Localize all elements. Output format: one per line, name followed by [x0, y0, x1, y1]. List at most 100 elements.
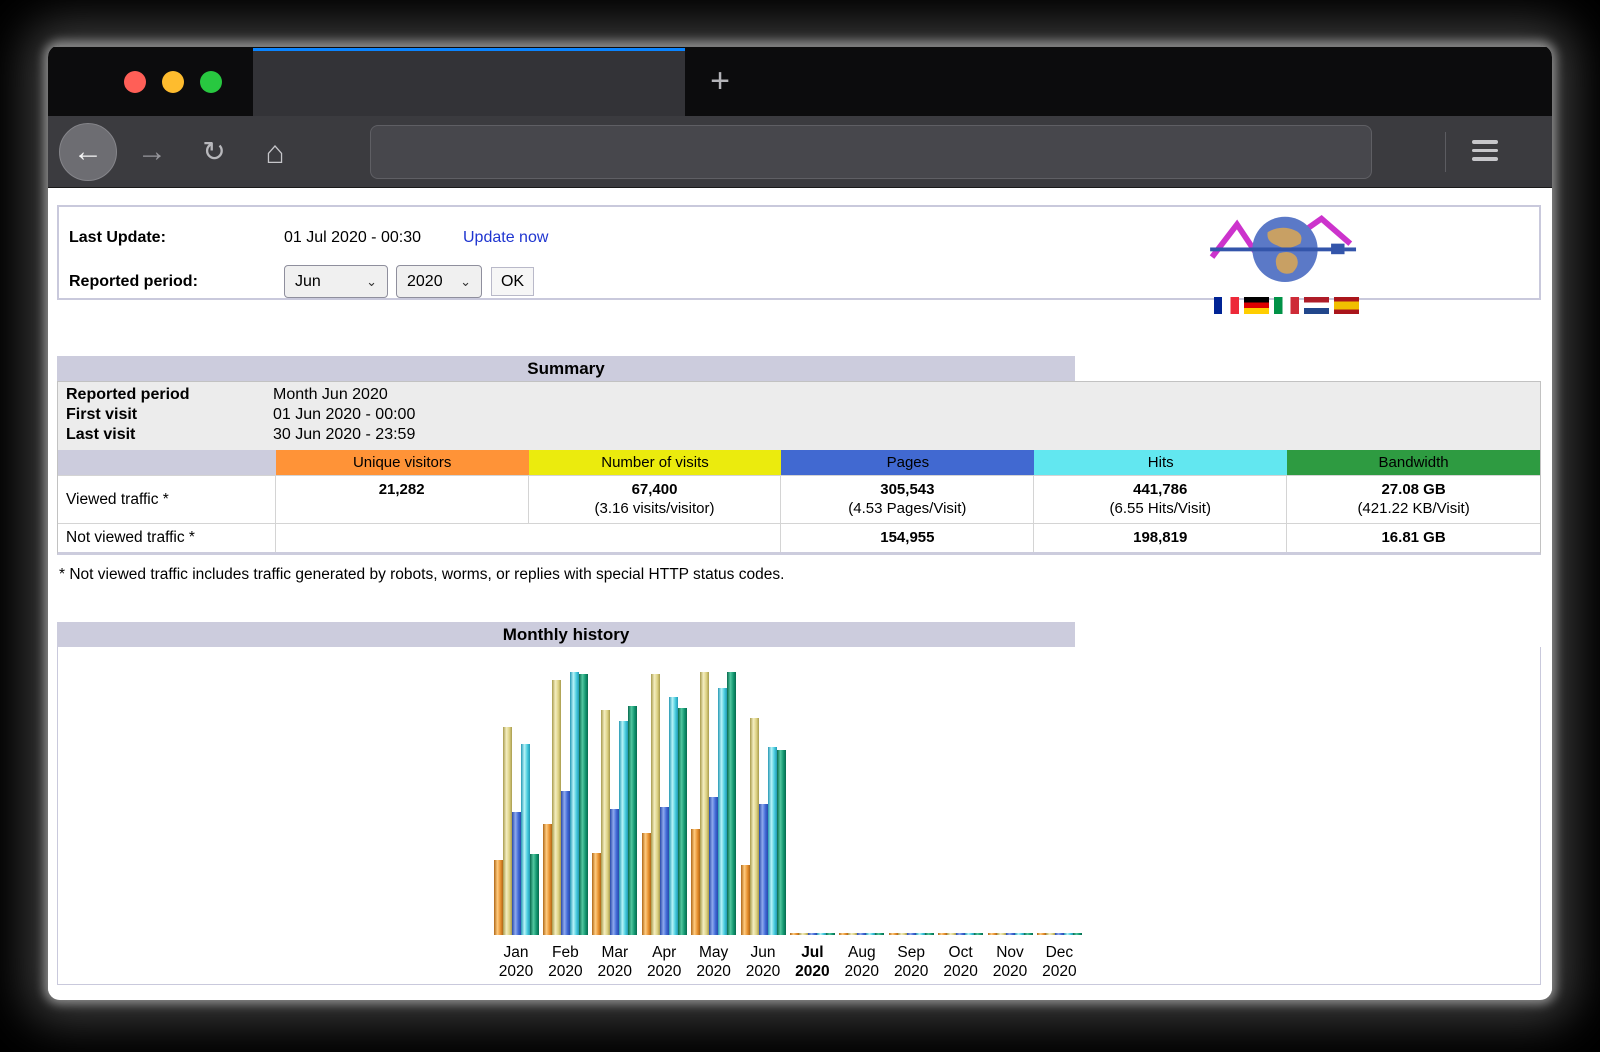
bar-number-of-visits-jan-2020: [503, 727, 512, 935]
bar-bandwidth-dec-2020: [1073, 933, 1082, 935]
bar-number-of-visits-aug-2020: [848, 933, 857, 935]
bar-unique-visitors-aug-2020: [839, 933, 848, 935]
bar-bandwidth-jan-2020: [530, 854, 539, 935]
col-bandwidth: Bandwidth: [1287, 450, 1540, 475]
close-window-button[interactable]: [124, 71, 146, 93]
bar-bandwidth-jul-2020: [826, 933, 835, 935]
summary-title: Summary: [57, 356, 1075, 381]
info-row: Reported period Month Jun 2020: [58, 385, 1540, 405]
language-flags: [1214, 297, 1359, 314]
viewed-bandwidth: 27.08 GB (421.22 KB/Visit): [1287, 476, 1540, 523]
bar-number-of-visits-apr-2020: [651, 674, 660, 935]
summary-column-headers: Unique visitors Number of visits Pages H…: [58, 450, 1540, 475]
flag-netherlands-icon[interactable]: [1304, 297, 1329, 314]
bar-hits-feb-2020: [570, 672, 579, 935]
col-pages: Pages: [781, 450, 1034, 475]
bar-pages-apr-2020: [660, 807, 669, 935]
col-hits: Hits: [1034, 450, 1287, 475]
bar-bandwidth-oct-2020: [974, 933, 983, 935]
last-update-label: Last Update:: [69, 229, 166, 247]
bar-bandwidth-sep-2020: [925, 933, 934, 935]
minimize-window-button[interactable]: [162, 71, 184, 93]
bar-number-of-visits-jun-2020: [750, 718, 759, 935]
info-row: Last visit 30 Jun 2020 - 23:59: [58, 425, 1540, 445]
bar-number-of-visits-jul-2020: [799, 933, 808, 935]
bar-pages-jul-2020: [808, 933, 817, 935]
chevron-down-icon: ⌄: [460, 274, 471, 290]
forward-icon[interactable]: →: [130, 137, 174, 167]
bar-pages-sep-2020: [907, 933, 916, 935]
bar-hits-oct-2020: [965, 933, 974, 935]
new-tab-button[interactable]: +: [700, 61, 740, 105]
viewed-unique-visitors: 21,282: [276, 476, 529, 523]
zoom-window-button[interactable]: [200, 71, 222, 93]
browser-window: + ← → ↻ ⌂ Last Update: 01 Jul 2020 - 00:…: [48, 45, 1552, 1000]
bar-unique-visitors-may-2020: [691, 829, 700, 935]
menu-icon[interactable]: [1472, 140, 1498, 166]
bar-bandwidth-aug-2020: [875, 933, 884, 935]
not-viewed-footnote: * Not viewed traffic includes traffic ge…: [59, 566, 784, 584]
last-update-value: 01 Jul 2020 - 00:30: [284, 229, 421, 247]
flag-france-icon[interactable]: [1214, 297, 1239, 314]
url-bar[interactable]: [370, 125, 1372, 179]
back-icon[interactable]: ←: [59, 123, 117, 181]
bar-unique-visitors-nov-2020: [988, 933, 997, 935]
bar-hits-jan-2020: [521, 744, 530, 935]
bar-unique-visitors-sep-2020: [889, 933, 898, 935]
reload-icon[interactable]: ↻: [192, 137, 236, 167]
awstats-logo: [1205, 211, 1365, 283]
not-viewed-hits: 198,819: [1034, 524, 1287, 552]
bar-bandwidth-mar-2020: [628, 706, 637, 935]
bar-number-of-visits-feb-2020: [552, 680, 561, 935]
flag-spain-icon[interactable]: [1334, 297, 1359, 314]
bar-bandwidth-feb-2020: [579, 674, 588, 935]
titlebar: +: [48, 45, 1552, 116]
bar-pages-dec-2020: [1055, 933, 1064, 935]
summary-table: Reported period Month Jun 2020 First vis…: [57, 381, 1541, 555]
awstats-page: Last Update: 01 Jul 2020 - 00:30 Update …: [48, 188, 1552, 999]
bar-hits-apr-2020: [669, 697, 678, 935]
flag-italy-icon[interactable]: [1274, 297, 1299, 314]
update-now-link[interactable]: Update now: [463, 229, 548, 247]
bar-unique-visitors-jun-2020: [741, 865, 750, 935]
bar-bandwidth-may-2020: [727, 672, 736, 935]
bar-number-of-visits-dec-2020: [1046, 933, 1055, 935]
bar-hits-nov-2020: [1015, 933, 1024, 935]
nav-toolbar: ← → ↻ ⌂: [48, 116, 1552, 188]
bar-bandwidth-jun-2020: [777, 750, 786, 935]
bar-hits-aug-2020: [866, 933, 875, 935]
bar-number-of-visits-mar-2020: [601, 710, 610, 935]
bar-pages-may-2020: [709, 797, 718, 935]
bar-hits-jun-2020: [768, 747, 777, 935]
viewed-hits: 441,786 (6.55 Hits/Visit): [1034, 476, 1287, 523]
bar-bandwidth-apr-2020: [678, 708, 687, 935]
flag-germany-icon[interactable]: [1244, 297, 1269, 314]
bar-pages-aug-2020: [857, 933, 866, 935]
month-select[interactable]: Jun ⌄: [284, 265, 388, 298]
report-header-frame: Last Update: 01 Jul 2020 - 00:30 Update …: [57, 205, 1541, 300]
bar-pages-feb-2020: [561, 791, 570, 935]
bar-number-of-visits-nov-2020: [997, 933, 1006, 935]
bar-number-of-visits-sep-2020: [898, 933, 907, 935]
active-tab[interactable]: [253, 48, 685, 116]
bar-number-of-visits-may-2020: [700, 672, 709, 935]
bar-pages-oct-2020: [956, 933, 965, 935]
bar-hits-sep-2020: [916, 933, 925, 935]
bar-pages-nov-2020: [1006, 933, 1015, 935]
not-viewed-pages: 154,955: [781, 524, 1034, 552]
ok-button[interactable]: OK: [491, 267, 534, 296]
monthly-history-title: Monthly history: [57, 622, 1075, 647]
bar-hits-mar-2020: [619, 721, 628, 935]
summary-info: Reported period Month Jun 2020 First vis…: [58, 382, 1540, 450]
bar-hits-dec-2020: [1064, 933, 1073, 935]
bar-hits-may-2020: [718, 688, 727, 935]
year-select[interactable]: 2020 ⌄: [396, 265, 482, 298]
bar-unique-visitors-feb-2020: [543, 824, 552, 935]
chevron-down-icon: ⌄: [366, 274, 377, 290]
bar-pages-jun-2020: [759, 804, 768, 935]
home-icon[interactable]: ⌂: [253, 135, 297, 169]
toolbar-separator: [1445, 132, 1446, 172]
bar-pages-jan-2020: [512, 812, 521, 935]
not-viewed-bandwidth: 16.81 GB: [1287, 524, 1540, 552]
not-viewed-empty-cell: [276, 524, 782, 552]
